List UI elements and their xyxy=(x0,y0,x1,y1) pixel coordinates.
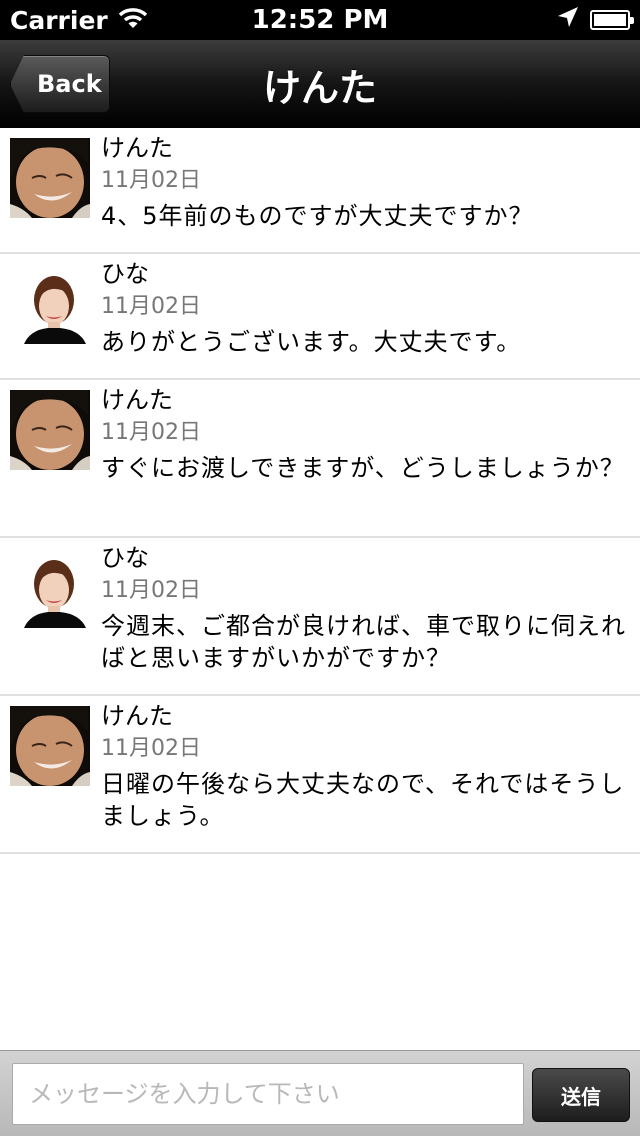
wifi-icon xyxy=(118,6,148,35)
message-body: けんた 11月02日 すぐにお渡しできますが、どうしましょうか？ xyxy=(101,380,640,498)
message-composer: 送信 xyxy=(0,1050,640,1136)
message-text: 日曜の午後なら大丈夫なので、それではそうしましょう。 xyxy=(101,770,625,830)
message-item: ひな 11月02日 今週末、ご都合が良ければ、車で取りに伺えればと思いますがいか… xyxy=(0,538,640,696)
message-item: けんた 11月02日 日曜の午後なら大丈夫なので、それではそうしましょう。 xyxy=(0,696,640,854)
navigation-bar: けんた Back xyxy=(0,40,640,128)
location-arrow-icon xyxy=(556,5,580,35)
sender-name: けんた xyxy=(101,134,173,162)
message-list[interactable]: けんた 11月02日 4、5年前のものですが大丈夫ですか？ ひな 11月02日 … xyxy=(0,128,640,854)
message-item: けんた 11月02日 4、5年前のものですが大丈夫ですか？ xyxy=(0,128,640,254)
sender-name: けんた xyxy=(101,702,173,730)
male-avatar[interactable] xyxy=(10,138,90,218)
status-time: 12:52 PM xyxy=(251,5,389,35)
send-button[interactable]: 送信 xyxy=(532,1068,630,1122)
status-right xyxy=(430,5,634,35)
message-date: 11月02日 xyxy=(101,420,201,445)
sender-name: ひな xyxy=(101,544,149,572)
male-avatar[interactable] xyxy=(10,390,90,470)
sender-name: けんた xyxy=(101,386,173,414)
status-bar: Carrier 12:52 PM xyxy=(0,0,640,40)
message-body: ひな 11月02日 今週末、ご都合が良ければ、車で取りに伺えればと思いますがいか… xyxy=(101,538,640,688)
battery-fill xyxy=(594,14,626,26)
battery-icon xyxy=(590,10,634,30)
message-date: 11月02日 xyxy=(101,294,201,319)
message-text: 4、5年前のものですが大丈夫ですか？ xyxy=(101,202,534,230)
carrier-label: Carrier xyxy=(10,5,108,35)
male-avatar[interactable] xyxy=(10,706,90,786)
message-date: 11月02日 xyxy=(101,578,201,603)
message-body: けんた 11月02日 4、5年前のものですが大丈夫ですか？ xyxy=(101,128,640,246)
message-body: けんた 11月02日 日曜の午後なら大丈夫なので、それではそうしましょう。 xyxy=(101,696,640,846)
message-date: 11月02日 xyxy=(101,168,201,193)
status-left: Carrier xyxy=(10,6,210,35)
message-text: 今週末、ご都合が良ければ、車で取りに伺えればと思いますがいかがですか？ xyxy=(101,612,626,672)
female-avatar[interactable] xyxy=(10,548,90,628)
message-item: ひな 11月02日 ありがとうございます。大丈夫です。 xyxy=(0,254,640,380)
female-avatar[interactable] xyxy=(10,264,90,344)
message-text: ありがとうございます。大丈夫です。 xyxy=(101,328,522,356)
message-item: けんた 11月02日 すぐにお渡しできますが、どうしましょうか？ xyxy=(0,380,640,538)
message-date: 11月02日 xyxy=(101,736,201,761)
sender-name: ひな xyxy=(101,260,149,288)
message-input[interactable] xyxy=(12,1063,524,1125)
message-text: すぐにお渡しできますが、どうしましょうか？ xyxy=(101,454,625,482)
message-body: ひな 11月02日 ありがとうございます。大丈夫です。 xyxy=(101,254,640,372)
back-button[interactable]: Back xyxy=(10,55,110,113)
